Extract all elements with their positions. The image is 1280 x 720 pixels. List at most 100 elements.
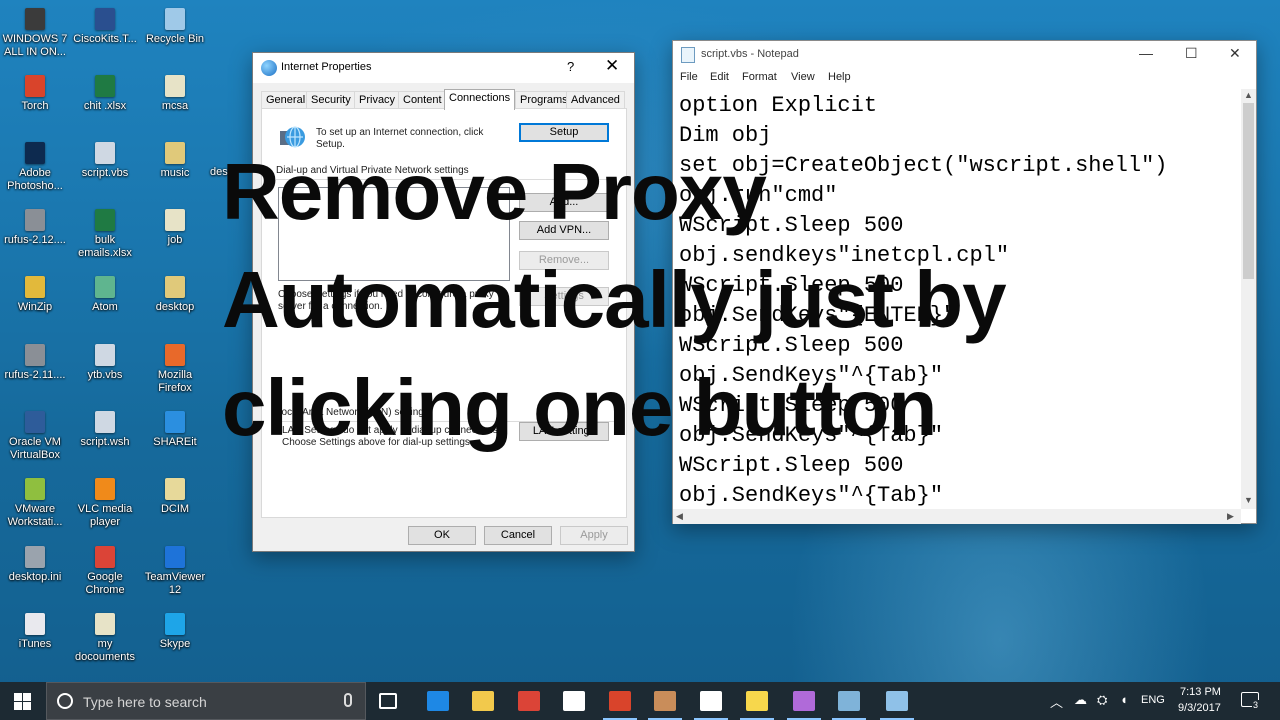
desktop-icon[interactable]: script.vbs: [71, 142, 139, 180]
desktop-file-icon: [25, 75, 45, 97]
clock-time[interactable]: 7:13 PM: [1180, 686, 1221, 698]
desktop-icon[interactable]: CiscoKits.T...: [71, 8, 139, 46]
desktop-icon-label: desktop.ini: [8, 571, 62, 583]
notepad-menubar: File Edit Format View Help: [673, 69, 1256, 89]
menu-format[interactable]: Format: [742, 71, 777, 83]
taskbar-search-box[interactable]: Type here to search: [46, 682, 366, 720]
minimize-button[interactable]: —: [1139, 45, 1153, 61]
desktop-icon[interactable]: Recycle Bin: [141, 8, 209, 46]
desktop-icon[interactable]: Mozilla Firefox: [141, 344, 209, 395]
cancel-button[interactable]: Cancel: [484, 526, 552, 545]
desktop-file-icon: [95, 478, 115, 500]
desktop-icon[interactable]: Torch: [1, 75, 69, 113]
taskbar-notepad-icon[interactable]: [832, 691, 866, 720]
desktop-icon[interactable]: VMware Workstati...: [1, 478, 69, 529]
dialog-close-button[interactable]: ✕: [605, 56, 619, 76]
desktop-icon-label: iTunes: [18, 638, 52, 650]
scroll-down-icon[interactable]: ▼: [1244, 495, 1253, 505]
show-hidden-icons-icon[interactable]: ︿: [1050, 692, 1063, 711]
vertical-scroll-thumb[interactable]: [1243, 103, 1254, 279]
desktop-file-icon: [165, 75, 185, 97]
network-icon[interactable]: ⛭: [1097, 692, 1107, 708]
video-title-overlay: Remove Proxy Automatically just by click…: [222, 138, 1082, 462]
desktop-icon[interactable]: Atom: [71, 276, 139, 314]
desktop-icon[interactable]: WinZip: [1, 276, 69, 314]
microphone-icon[interactable]: [344, 693, 352, 707]
scroll-up-icon[interactable]: ▲: [1244, 90, 1253, 100]
start-button[interactable]: [0, 682, 46, 720]
tab-privacy[interactable]: Privacy: [354, 91, 401, 109]
desktop-file-icon: [165, 478, 185, 500]
desktop-icon[interactable]: SHAREit: [141, 411, 209, 449]
desktop-icon[interactable]: music: [141, 142, 209, 180]
menu-help[interactable]: Help: [828, 71, 851, 83]
language-indicator[interactable]: ENG: [1141, 694, 1165, 706]
desktop-file-icon: [165, 546, 185, 568]
desktop-file-icon: [165, 209, 185, 231]
desktop-icon[interactable]: DCIM: [141, 478, 209, 516]
desktop-icon[interactable]: rufus-2.11....: [1, 344, 69, 382]
tab-general[interactable]: General: [261, 91, 311, 109]
taskbar-edge-icon[interactable]: [427, 691, 449, 711]
taskbar-paint-icon[interactable]: [648, 691, 682, 720]
clock-date[interactable]: 9/3/2017: [1178, 702, 1221, 714]
horizontal-scrollbar[interactable]: ◀ ▶: [673, 509, 1241, 524]
desktop-icon[interactable]: Google Chrome: [71, 546, 139, 597]
desktop-icon[interactable]: desktop: [141, 276, 209, 314]
desktop-icon[interactable]: iTunes: [1, 613, 69, 651]
tab-security[interactable]: Security: [306, 91, 356, 109]
scroll-right-icon[interactable]: ▶: [1227, 511, 1234, 522]
desktop-icon[interactable]: TeamViewer 12: [141, 546, 209, 597]
taskbar-virtualbox-icon[interactable]: [880, 691, 914, 720]
tab-programs[interactable]: Programs: [515, 91, 573, 109]
desktop-icon[interactable]: Oracle VM VirtualBox: [1, 411, 69, 462]
apply-button[interactable]: Apply: [560, 526, 628, 545]
menu-file[interactable]: File: [680, 71, 698, 83]
help-button[interactable]: ?: [567, 59, 574, 74]
volume-icon[interactable]: ◖: [1120, 692, 1128, 707]
desktop-file-icon: [25, 411, 45, 433]
desktop-file-icon: [25, 209, 45, 231]
desktop-icon[interactable]: Skype: [141, 613, 209, 651]
people-icon[interactable]: ☁: [1074, 692, 1087, 708]
desktop-icon[interactable]: chit .xlsx: [71, 75, 139, 113]
desktop-file-icon: [25, 8, 45, 30]
desktop-icon[interactable]: WINDOWS 7 ALL IN ON...: [1, 8, 69, 59]
desktop-icon[interactable]: Adobe Photosho...: [1, 142, 69, 193]
desktop-icon[interactable]: job: [141, 209, 209, 247]
desktop-icon-label: Mozilla Firefox: [157, 369, 193, 394]
desktop-icon[interactable]: ytb.vbs: [71, 344, 139, 382]
tab-advanced[interactable]: Advanced: [566, 91, 625, 109]
desktop-icon[interactable]: mcsa: [141, 75, 209, 113]
desktop-icon-label: job: [167, 234, 183, 246]
taskbar-mail-icon[interactable]: [694, 691, 728, 720]
desktop-file-icon: [165, 411, 185, 433]
vertical-scrollbar[interactable]: ▲ ▼: [1241, 89, 1256, 509]
dialog-titlebar[interactable]: Internet Properties ? ✕: [253, 53, 634, 83]
taskbar-sticky-notes-icon[interactable]: [740, 691, 774, 720]
desktop-icon-label: DCIM: [160, 503, 190, 515]
tab-connections[interactable]: Connections: [444, 89, 516, 110]
desktop-icon[interactable]: bulk emails.xlsx: [71, 209, 139, 260]
maximize-button[interactable]: ☐: [1185, 45, 1198, 62]
desktop-icon[interactable]: VLC media player: [71, 478, 139, 529]
desktop-file-icon: [95, 344, 115, 366]
taskbar-task-view-icon[interactable]: [379, 693, 397, 709]
taskbar-chrome-icon[interactable]: [518, 691, 540, 711]
desktop-icon[interactable]: desktop.ini: [1, 546, 69, 584]
taskbar-file-explorer-icon[interactable]: [472, 691, 494, 711]
desktop-icon[interactable]: my docouments: [71, 613, 139, 664]
menu-edit[interactable]: Edit: [710, 71, 729, 83]
notepad-close-button[interactable]: ✕: [1229, 45, 1241, 62]
menu-view[interactable]: View: [791, 71, 815, 83]
taskbar-store-icon[interactable]: [563, 691, 585, 711]
scroll-left-icon[interactable]: ◀: [676, 511, 683, 522]
notepad-titlebar[interactable]: script.vbs - Notepad — ☐ ✕: [673, 41, 1256, 69]
ok-button[interactable]: OK: [408, 526, 476, 545]
taskbar-photos-icon[interactable]: [787, 691, 821, 720]
desktop-icon[interactable]: script.wsh: [71, 411, 139, 449]
taskbar-torch-icon[interactable]: [603, 691, 637, 720]
tab-content[interactable]: Content: [398, 91, 447, 109]
desktop-icon[interactable]: rufus-2.12....: [1, 209, 69, 247]
desktop-icon-label: ytb.vbs: [87, 369, 123, 381]
